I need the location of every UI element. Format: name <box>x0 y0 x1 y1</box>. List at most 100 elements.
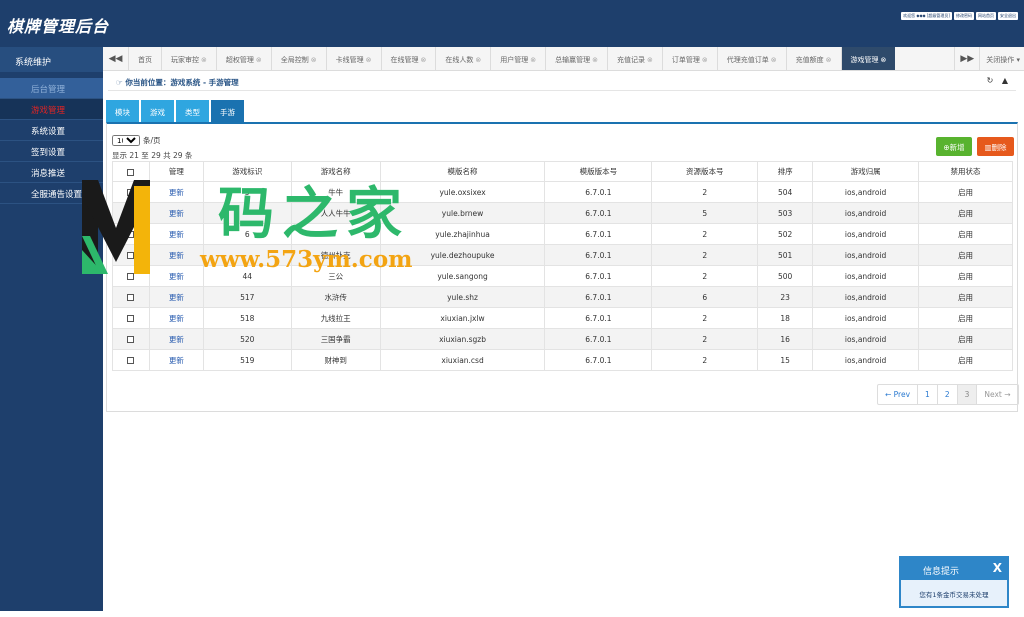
breadcrumb-bar: ☞ 你当前位置：游戏系统 - 手游管理 ↻ ▲ <box>108 73 1016 91</box>
col-header: 模版版本号 <box>544 161 653 182</box>
cell-order: 18 <box>757 307 814 329</box>
row-checkbox[interactable] <box>127 315 135 322</box>
cell-template: xiuxian.jxlw <box>379 307 546 329</box>
cell-platform: ios,android <box>812 202 920 224</box>
sidebar-item-checkin[interactable]: 签到设置 <box>0 141 103 162</box>
close-icon[interactable]: ⊗ <box>366 56 372 64</box>
table-row: 更新 518 九线拉王 xiuxian.jxlw 6.7.0.1 2 18 io… <box>112 307 1013 329</box>
cell-template: yule.shz <box>379 286 546 308</box>
row-select[interactable] <box>112 307 150 329</box>
tab-label: 充值记录 <box>617 56 645 64</box>
close-icon[interactable]: ⊗ <box>201 56 207 64</box>
tab-recharge-quota[interactable]: 充值额度 ⊗ <box>785 47 841 70</box>
page-3-button[interactable]: 3 <box>956 385 977 404</box>
watermark-text: 码之家 <box>218 181 410 247</box>
cell-res-ver: 2 <box>651 349 759 371</box>
row-checkbox[interactable] <box>127 294 135 301</box>
col-header: 排序 <box>757 161 814 182</box>
tab-orders[interactable]: 订单管理 ⊗ <box>661 47 717 70</box>
prev-page-button[interactable]: ← Prev <box>878 385 917 404</box>
cell-tpl-ver: 6.7.0.1 <box>544 307 653 329</box>
page-2-button[interactable]: 2 <box>936 385 957 404</box>
tab-home[interactable]: 首页 <box>128 47 161 70</box>
update-link[interactable]: 更新 <box>148 307 204 329</box>
cell-id: 520 <box>202 328 292 350</box>
update-link[interactable]: 更新 <box>148 349 204 371</box>
tab-online-count[interactable]: 在线人数 ⊗ <box>435 47 490 70</box>
close-icon[interactable]: ⊗ <box>475 56 481 64</box>
cell-id: 517 <box>202 286 292 308</box>
tab-label: 首页 <box>138 56 152 64</box>
close-icon[interactable]: ⊗ <box>647 56 653 64</box>
subtab-module[interactable]: 模块 <box>106 100 139 122</box>
tab-win-loss[interactable]: 总输赢管理 ⊗ <box>545 47 607 70</box>
close-icon[interactable]: ⊗ <box>771 56 777 64</box>
tab-global-control[interactable]: 全局控制 ⊗ <box>270 47 326 70</box>
delete-button[interactable]: ▥删除 <box>977 137 1014 156</box>
sidebar-item-games[interactable]: 游戏管理 <box>0 99 103 120</box>
cell-order: 501 <box>757 244 814 266</box>
cell-status: 启用 <box>918 286 1013 308</box>
row-checkbox[interactable] <box>127 336 135 343</box>
top-header: 棋牌管理后台 欢迎您 ◆◆◆ [超级管理员] 修改密码 网站首页 安全退出 <box>0 0 1024 47</box>
row-select[interactable] <box>112 286 150 308</box>
tab-scroll-left[interactable]: ◀◀ <box>103 47 128 70</box>
tab-game-manage[interactable]: 游戏管理 ⊗ <box>840 47 896 70</box>
tab-super-admin[interactable]: 超权管理 ⊗ <box>215 47 271 70</box>
perpage-select[interactable]: 10 <box>112 135 140 146</box>
cell-name: 九线拉王 <box>290 307 381 329</box>
tab-scroll-right[interactable]: ▶▶ <box>954 47 979 70</box>
close-icon[interactable]: ⊗ <box>881 56 887 64</box>
close-icon[interactable]: X <box>993 561 1002 575</box>
change-password-link[interactable]: 修改密码 <box>954 12 974 20</box>
next-page-button[interactable]: Next → <box>976 385 1017 404</box>
subtab-type[interactable]: 类型 <box>176 100 209 122</box>
cell-platform: ios,android <box>812 286 920 308</box>
close-icon[interactable]: ⊗ <box>592 56 598 64</box>
close-ops-dropdown[interactable]: 关闭操作 ▾ <box>979 47 1024 70</box>
tab-card-line[interactable]: 卡线管理 ⊗ <box>325 47 381 70</box>
perpage-control: 10 条/页 <box>112 135 161 146</box>
cell-id: 519 <box>202 349 292 371</box>
sidebar-item-admin[interactable]: 后台管理 <box>0 78 103 99</box>
add-button[interactable]: ⊕新增 <box>936 137 972 156</box>
sidebar-title[interactable]: 系统维护 <box>0 47 103 72</box>
notification-title: 信息提示 <box>923 567 960 577</box>
sidebar-item-settings[interactable]: 系统设置 <box>0 120 103 141</box>
cell-order: 504 <box>757 181 814 203</box>
logout-link[interactable]: 安全退出 <box>998 12 1018 20</box>
cell-status: 启用 <box>918 349 1013 371</box>
close-icon[interactable]: ⊗ <box>702 56 708 64</box>
table-row: 更新 520 三国争霸 xiuxian.sgzb 6.7.0.1 2 16 io… <box>112 328 1013 350</box>
collapse-icon[interactable]: ▲ <box>1002 76 1008 85</box>
close-icon[interactable]: ⊗ <box>256 56 262 64</box>
close-icon[interactable]: ⊗ <box>421 56 427 64</box>
watermark-url: www.573ym.com <box>200 246 413 273</box>
tab-agent-orders[interactable]: 代理充值订单 ⊗ <box>716 47 786 70</box>
select-all-checkbox[interactable] <box>127 168 135 176</box>
breadcrumb-text: 你当前位置：游戏系统 - 手游管理 <box>125 78 239 87</box>
row-checkbox[interactable] <box>127 357 135 364</box>
close-icon[interactable]: ⊗ <box>311 56 317 64</box>
watermark-logo-icon <box>82 180 150 274</box>
sub-tabs: 模块 游戏 类型 手游 <box>106 100 244 122</box>
cell-res-ver: 5 <box>651 202 759 224</box>
close-icon[interactable]: ⊗ <box>826 56 832 64</box>
tab-users[interactable]: 用户管理 ⊗ <box>490 47 545 70</box>
subtab-mobile-game[interactable]: 手游 <box>211 100 244 122</box>
refresh-icon[interactable]: ↻ <box>987 76 994 85</box>
close-icon[interactable]: ⊗ <box>530 56 536 64</box>
site-home-link[interactable]: 网站首页 <box>976 12 996 20</box>
tab-online-manage[interactable]: 在线管理 ⊗ <box>380 47 436 70</box>
cell-id: 518 <box>202 307 292 329</box>
page-1-button[interactable]: 1 <box>917 385 937 404</box>
tab-player-control[interactable]: 玩家审控 ⊗ <box>161 47 216 70</box>
update-link[interactable]: 更新 <box>148 286 204 308</box>
tab-bar: ◀◀ 首页 玩家审控 ⊗ 超权管理 ⊗ 全局控制 ⊗ 卡线管理 ⊗ 在线管理 ⊗ 在线人数… <box>103 47 1024 71</box>
row-select[interactable] <box>112 349 150 371</box>
row-select[interactable] <box>112 328 150 350</box>
notification-message[interactable]: 您有1条金币交易未处理 <box>901 580 1007 606</box>
update-link[interactable]: 更新 <box>148 328 204 350</box>
tab-recharge-records[interactable]: 充值记录 ⊗ <box>607 47 662 70</box>
subtab-game[interactable]: 游戏 <box>141 100 174 122</box>
